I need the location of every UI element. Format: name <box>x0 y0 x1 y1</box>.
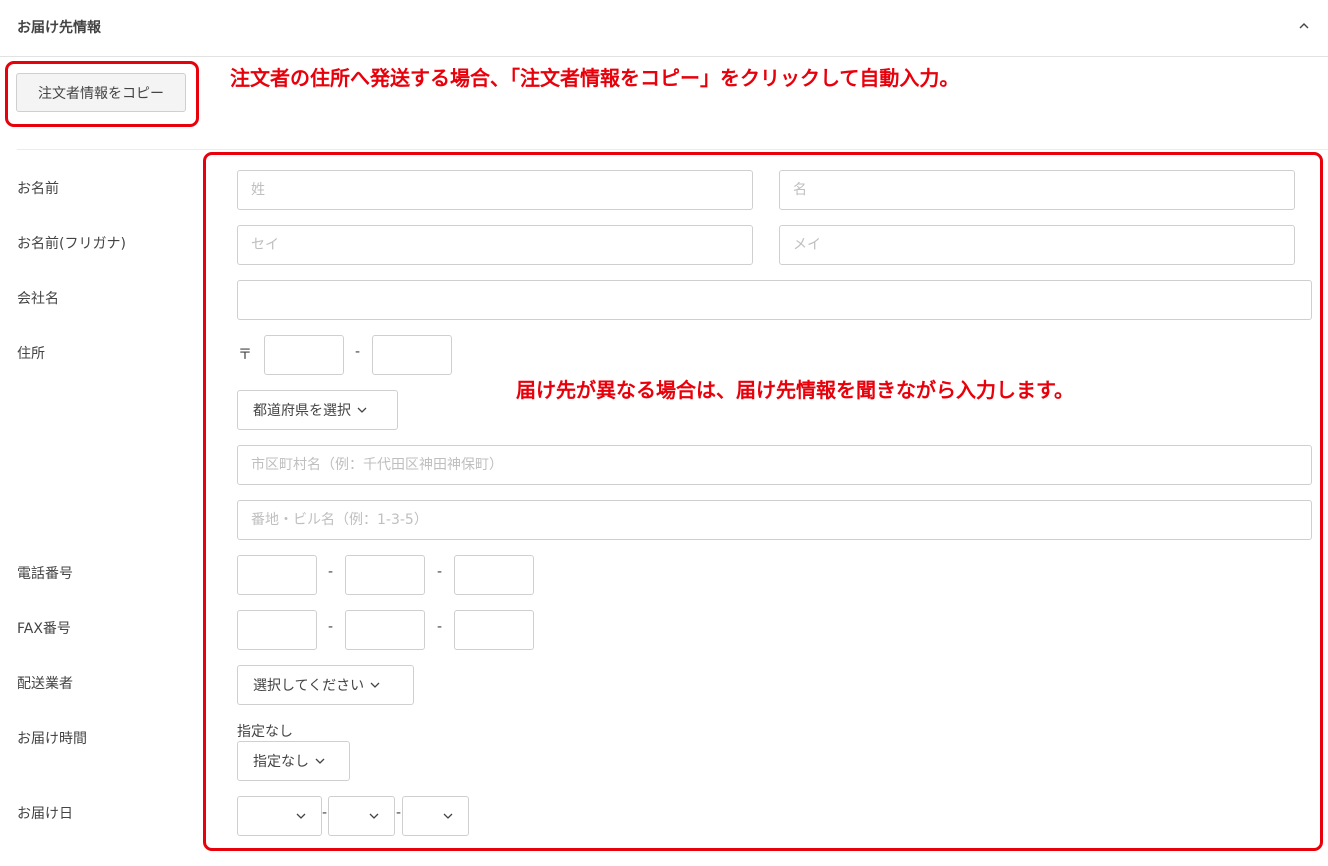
chevron-down-icon <box>369 813 379 819</box>
postal-mark: 〒 <box>238 347 252 363</box>
chevron-down-icon <box>315 758 325 764</box>
fax-part3-input[interactable] <box>454 610 534 650</box>
label-delivery-date: お届け日 <box>17 806 73 822</box>
fax-separator: - <box>437 619 443 635</box>
chevron-down-icon <box>296 813 306 819</box>
label-company: 会社名 <box>17 291 59 307</box>
label-fax: FAX番号 <box>17 621 71 637</box>
delivery-day-select[interactable] <box>402 796 469 836</box>
last-name-kana-input[interactable] <box>237 225 753 265</box>
phone-separator: - <box>328 564 334 580</box>
company-input[interactable] <box>237 280 1312 320</box>
label-phone: 電話番号 <box>17 566 73 582</box>
phone-part1-input[interactable] <box>237 555 317 595</box>
last-name-input[interactable] <box>237 170 753 210</box>
chevron-down-icon <box>443 813 453 819</box>
fax-part2-input[interactable] <box>345 610 425 650</box>
delivery-month-select[interactable] <box>328 796 395 836</box>
phone-part2-input[interactable] <box>345 555 425 595</box>
chevron-down-icon <box>370 682 380 688</box>
delivery-time-select-value: 指定なし <box>253 754 309 770</box>
delivery-time-caption: 指定なし <box>237 724 293 740</box>
first-name-input[interactable] <box>779 170 1295 210</box>
header-divider <box>0 56 1328 57</box>
prefecture-select-value: 都道府県を選択 <box>253 403 351 419</box>
carrier-select-value: 選択してください <box>253 678 365 694</box>
street-input[interactable] <box>237 500 1312 540</box>
chevron-down-icon <box>357 407 367 413</box>
date-separator: - <box>396 805 402 821</box>
delivery-year-select[interactable] <box>237 796 322 836</box>
date-separator: - <box>322 805 328 821</box>
city-input[interactable] <box>237 445 1312 485</box>
zip-first-input[interactable] <box>264 335 344 375</box>
zip-separator: - <box>355 344 361 360</box>
label-address: 住所 <box>17 346 45 362</box>
copy-annotation: 注文者の住所へ発送する場合、「注文者情報をコピー」をクリックして自動入力。 <box>230 66 960 90</box>
section-title: お届け先情報 <box>17 20 101 36</box>
zip-second-input[interactable] <box>372 335 452 375</box>
different-address-annotation: 届け先が異なる場合は、届け先情報を聞きながら入力します。 <box>516 378 1074 402</box>
fax-part1-input[interactable] <box>237 610 317 650</box>
chevron-up-icon[interactable] <box>1296 18 1312 34</box>
section-divider <box>17 149 1328 150</box>
label-name: お名前 <box>17 181 59 197</box>
label-delivery-time: お届け時間 <box>17 731 87 747</box>
first-name-kana-input[interactable] <box>779 225 1295 265</box>
copy-orderer-button[interactable]: 注文者情報をコピー <box>16 73 186 112</box>
phone-separator: - <box>437 564 443 580</box>
prefecture-select[interactable]: 都道府県を選択 <box>237 390 398 430</box>
fax-separator: - <box>328 619 334 635</box>
label-name-kana: お名前(フリガナ) <box>17 236 126 252</box>
delivery-time-select[interactable]: 指定なし <box>237 741 350 781</box>
carrier-select[interactable]: 選択してください <box>237 665 414 705</box>
phone-part3-input[interactable] <box>454 555 534 595</box>
label-carrier: 配送業者 <box>17 676 73 692</box>
